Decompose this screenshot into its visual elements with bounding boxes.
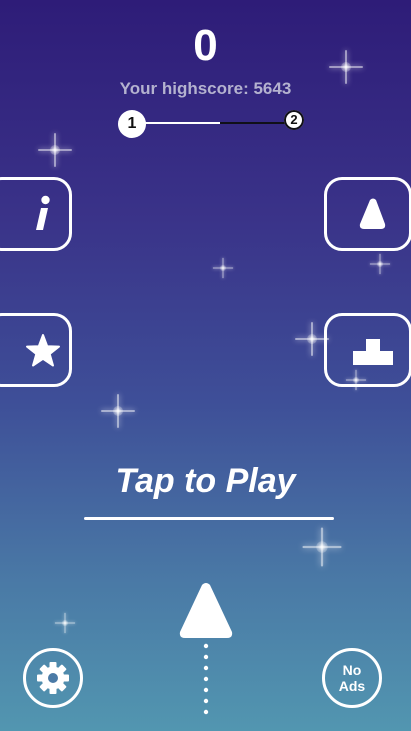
current-level-badge: 1 [118, 110, 146, 138]
sparkle-decoration [212, 257, 234, 279]
info-icon [36, 195, 50, 230]
tap-to-play-underline [84, 517, 334, 520]
sparkle-decoration [302, 527, 342, 567]
sparkle-decoration [38, 133, 72, 167]
no-ads-button[interactable]: No Ads [322, 648, 382, 708]
next-level-badge: 2 [284, 110, 304, 130]
podium-icon [353, 339, 393, 365]
player-triangle-icon [179, 583, 233, 638]
sparkle-decoration [369, 253, 391, 275]
game-screen[interactable]: 0 Your highscore: 5643 1 2 Tap to Play N… [0, 0, 411, 731]
shape-select-button[interactable] [324, 177, 411, 251]
gear-icon [37, 662, 69, 694]
level-progress-bar: 1 2 [118, 110, 304, 140]
sparkle-decoration [54, 612, 76, 634]
no-ads-label: No Ads [338, 662, 366, 694]
triangle-icon [359, 198, 386, 229]
rate-button[interactable] [0, 313, 72, 387]
level-progress-fill [220, 122, 292, 124]
player-trail [203, 643, 209, 715]
highscore-label: Your highscore: 5643 [119, 79, 292, 98]
sparkle-decoration [101, 394, 135, 428]
star-icon [26, 334, 60, 367]
leaderboard-button[interactable] [324, 313, 411, 387]
info-button[interactable] [0, 177, 72, 251]
tap-to-play-label[interactable]: Tap to Play [0, 458, 411, 504]
settings-button[interactable] [23, 648, 83, 708]
current-score: 0 [193, 21, 218, 70]
